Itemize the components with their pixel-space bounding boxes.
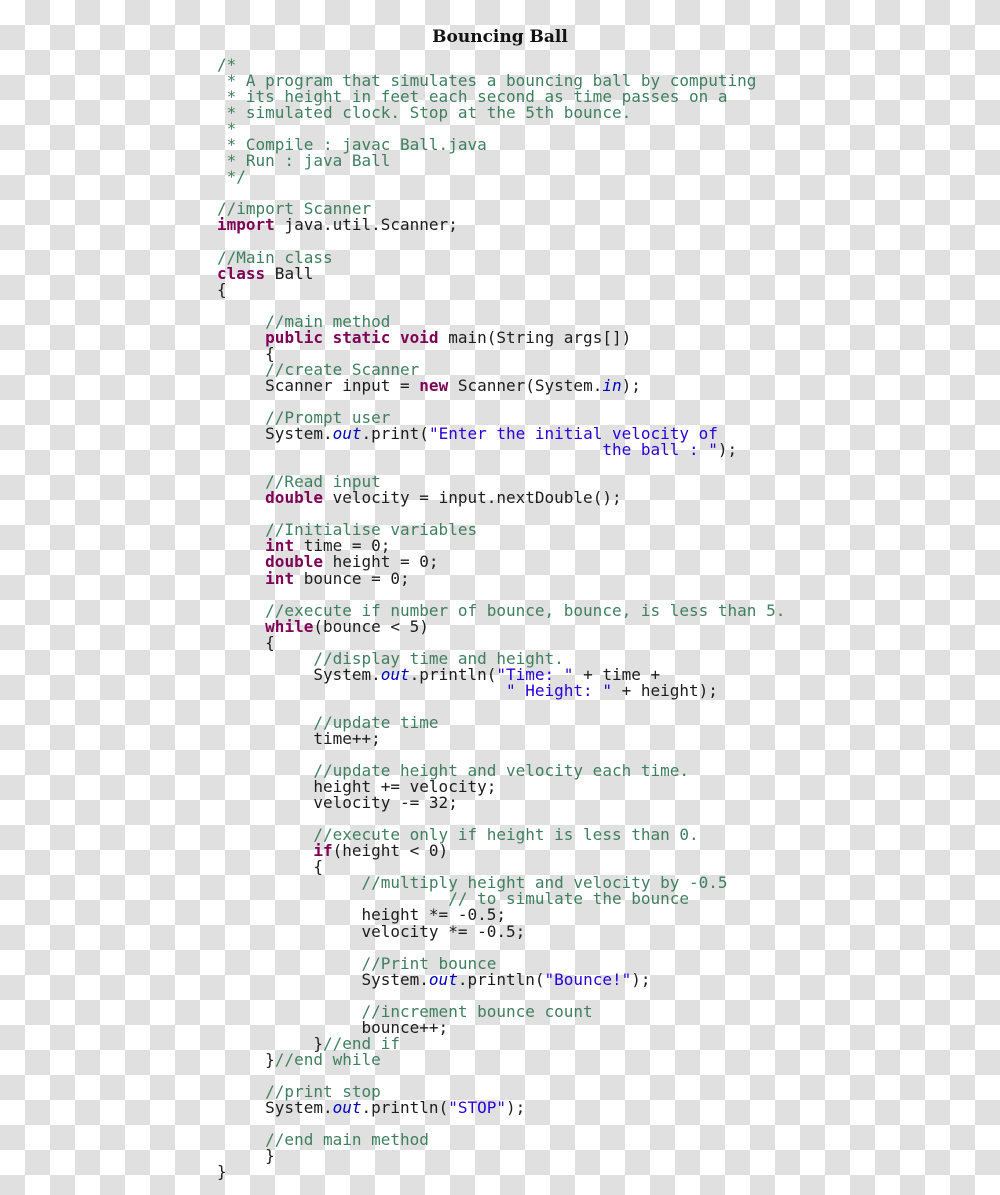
code-line: double velocity = input.nextDouble(); [217,490,785,506]
code-token-p: velocity = input.nextDouble(); [322,488,622,508]
code-token-k: int [265,568,295,588]
code-token-c: * simulated clock. Stop at the 5th bounc… [217,103,632,123]
code-line: public static void main(String args[]) [217,327,785,347]
code-line: System.out.println("STOP"); [217,1100,785,1116]
code-line: */ [217,169,785,185]
code-line: { [217,281,785,298]
code-line: * simulated clock. Stop at the 5th bounc… [217,105,785,121]
code-line: } [217,1164,785,1180]
code-line: velocity -= 32; [217,795,785,811]
code-line: the ball : "); [217,442,785,458]
code-token-s: "Bounce!" [544,969,632,989]
code-token-p: .println( [361,1098,449,1118]
code-token-p: System. [217,1098,333,1118]
code-token-f: out [428,969,458,989]
code-token-k: new [419,375,449,395]
code-token-k: public static void [265,327,439,347]
code-line: import java.util.Scanner; [217,217,785,233]
code-line: time++; [217,728,785,748]
code-token-f: out [332,1098,362,1118]
code-token-k: double [265,488,323,508]
code-token-p: time++; [217,728,381,748]
code-line: * Run : java Ball [217,153,785,169]
code-token-p: bounce = 0; [294,568,410,588]
code-token-p: main(String args[]) [438,327,632,347]
code-token-p: } [217,1162,227,1182]
code-token-p: System. [217,969,429,989]
code-line: class Ball [217,263,785,283]
code-token-p [217,681,506,700]
code-token-p: (height < 0) [332,841,449,861]
code-token-p: .println( [457,969,545,989]
code-line: }//end while [217,1049,785,1069]
code-token-p: Ball [265,263,314,283]
code-token-p: java.util.Scanner; [274,215,458,235]
page-title: Bouncing Ball [432,27,568,47]
code-listing: /* * A program that simulates a bouncing… [217,56,785,1180]
code-token-p: velocity *= -0.5; [217,921,526,941]
code-token-p: velocity -= 32; [217,793,458,813]
code-line: } [217,1148,785,1164]
code-token-p: (bounce < 5) [313,616,429,636]
code-token-p: Scanner(System. [448,375,603,395]
code-line: while(bounce < 5) [217,616,785,636]
code-line: int bounce = 0; [217,568,785,588]
code-token-f: in [602,375,622,395]
code-token-p: Scanner input = [217,375,420,395]
code-token-s: "STOP" [448,1098,506,1118]
code-line: Scanner input = new Scanner(System.in); [217,375,785,395]
code-token-p: ); [717,440,738,460]
code-token-p: ); [621,375,641,395]
code-line: " Height: " + height); [217,680,785,700]
code-line: velocity *= -0.5; [217,921,785,941]
code-token-p: ); [506,1098,526,1118]
code-line: //end main method [217,1132,785,1148]
code-token-s: " Height: " [505,680,612,700]
code-token-p: + height); [611,680,718,700]
code-line: System.out.println("Bounce!"); [217,969,785,989]
code-token-p: ); [631,969,651,989]
code-token-s: the ball : " [602,440,718,460]
code-token-p [217,440,602,459]
code-token-c: //end while [274,1049,381,1069]
